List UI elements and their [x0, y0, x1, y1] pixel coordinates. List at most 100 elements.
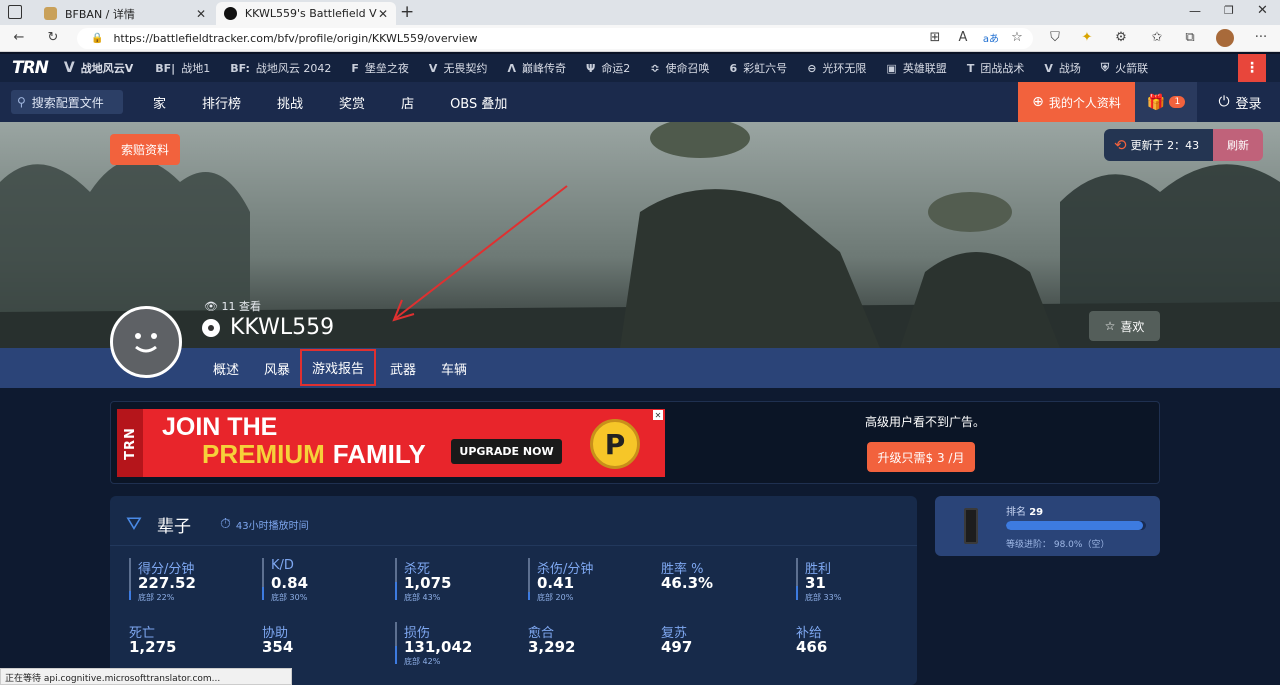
- game-nav-item[interactable]: F 堡垒之夜: [351, 60, 409, 76]
- extension-icon[interactable]: ✦: [1078, 30, 1096, 45]
- trn-logo[interactable]: TRN: [12, 58, 49, 78]
- browser-tab-bfban[interactable]: BFBAN / 详情 ✕: [36, 2, 214, 25]
- close-tab-icon[interactable]: ✕: [196, 7, 206, 21]
- game-nav-item[interactable]: BF: 战地风云 2042: [230, 60, 331, 76]
- game-nav-item[interactable]: V 战地风云V: [64, 60, 133, 76]
- divider: [110, 545, 917, 546]
- stat-percentile: 底部 30%: [271, 593, 308, 602]
- rank-progress-bar: [1006, 521, 1146, 530]
- login-label: 登录: [1235, 96, 1262, 112]
- lifetime-stats-card: ⛛ 辈子 ⏱ 43小时播放时间 得分/分钟 227.52 底部 22% K/D 0.84…: [110, 496, 917, 685]
- search-profile-button[interactable]: ⚲ 搜索配置文件: [11, 90, 123, 114]
- stat-value: 466: [796, 638, 828, 656]
- game-nav: TRN V 战地风云V BF| 战地1 BF: 战地风云 2042 F 堡垒之夜 V 无畏契约 Λ 巅…: [0, 52, 1280, 82]
- ad-close-icon[interactable]: ✕: [653, 410, 663, 420]
- shield-icon[interactable]: ⛉: [1046, 30, 1064, 45]
- tab-overview[interactable]: 概述: [213, 359, 240, 390]
- extensions-icon[interactable]: ⚙: [1112, 30, 1130, 45]
- percentile-bar: [796, 558, 798, 600]
- stats-title: 辈子: [157, 517, 191, 537]
- stat-value: 1,075: [404, 574, 452, 592]
- refresh-button[interactable]: 刷新: [1213, 129, 1263, 161]
- game-logo-icon: BF:: [230, 61, 250, 75]
- stat-value: 0.41: [537, 574, 575, 592]
- favorite-icon[interactable]: ☆: [1008, 30, 1026, 45]
- gift-button[interactable]: 🎁 1: [1135, 82, 1197, 122]
- playtime-text: 43小时播放时间: [235, 520, 309, 532]
- game-nav-item[interactable]: ⛨ 火箭联: [1101, 60, 1148, 76]
- game-logo-icon: F: [351, 61, 359, 75]
- new-tab-icon[interactable]: +: [400, 2, 414, 22]
- player-name-row: KKWL559: [202, 315, 334, 340]
- stat-block: 补给 466: [796, 622, 916, 668]
- game-logo-icon: ▣: [886, 61, 897, 75]
- clock-icon: ⏱: [220, 516, 231, 532]
- read-aloud-icon[interactable]: A: [954, 30, 972, 45]
- more-games-icon[interactable]: ⋮: [1238, 54, 1266, 82]
- game-nav-item[interactable]: ≎ 使命召唤: [650, 60, 709, 76]
- premium-banner[interactable]: TRN JOIN THE PREMIUM FAMILY UPGRADE NOW …: [117, 409, 665, 477]
- game-nav-item[interactable]: V 战场: [1044, 60, 1081, 76]
- history-icon: ⟲: [1114, 136, 1127, 154]
- rank-progress-text: 等级进阶： 98.0%（空）: [1006, 540, 1110, 550]
- stat-value: 46.3%: [661, 574, 714, 592]
- minimize-icon[interactable]: —: [1189, 4, 1201, 18]
- game-nav-item[interactable]: BF| 战地1: [155, 60, 210, 76]
- rank-card: 排名 29 等级进阶： 98.0%（空）: [935, 496, 1160, 556]
- address-bar-row: ← ↻ 🔒 https://battlefieldtracker.com/bfv…: [0, 25, 1280, 52]
- more-icon[interactable]: ···: [1252, 30, 1270, 45]
- game-logo-icon: V: [428, 61, 438, 75]
- stat-block: 损伤 131,042 底部 42%: [395, 622, 515, 668]
- collections-icon[interactable]: ⧉: [1181, 30, 1199, 45]
- stat-value: 497: [661, 638, 693, 656]
- game-label: 光环无限: [822, 62, 867, 75]
- tab-actions-icon[interactable]: [8, 5, 22, 19]
- favorite-button[interactable]: ☆ 喜欢: [1089, 311, 1160, 341]
- game-logo-icon: Λ: [507, 61, 516, 75]
- tab-vehicles[interactable]: 车辆: [441, 359, 467, 378]
- stat-value: 0.84: [271, 574, 309, 592]
- my-profile-button[interactable]: ⊕ 我的个人资料: [1018, 82, 1135, 122]
- tab-weapons[interactable]: 武器: [390, 359, 416, 378]
- nav-challenges[interactable]: 挑战: [277, 93, 303, 112]
- nav-store[interactable]: 店: [401, 93, 414, 112]
- tab-game-reports[interactable]: 游戏报告: [300, 349, 376, 386]
- nav-rewards[interactable]: 奖赏: [339, 93, 365, 112]
- close-tab-icon[interactable]: ✕: [378, 7, 388, 21]
- back-icon[interactable]: ←: [10, 30, 28, 45]
- restore-icon[interactable]: ❐: [1224, 4, 1234, 17]
- claim-profile-button[interactable]: 索赔资料: [110, 134, 181, 165]
- url-text: https://battlefieldtracker.com/bfv/profi…: [113, 32, 478, 45]
- tab-title: KKWL559's Battlefield V Overvie: [244, 7, 378, 20]
- favorites-bar-icon[interactable]: ✩: [1148, 30, 1166, 45]
- nav-leaderboards[interactable]: 排行榜: [202, 93, 241, 112]
- translate-icon[interactable]: aあ: [982, 30, 1000, 45]
- nav-home[interactable]: 家: [153, 93, 166, 112]
- percentile-bar: [395, 622, 397, 664]
- smiley-face-icon: [135, 333, 157, 353]
- reload-icon[interactable]: ↻: [44, 30, 62, 45]
- game-label: 战场: [1058, 62, 1081, 75]
- tab-storm[interactable]: 风暴: [264, 359, 290, 378]
- browser-tab-tracker[interactable]: KKWL559's Battlefield V Overvie ✕: [216, 2, 396, 25]
- game-nav-item[interactable]: T 团战战术: [967, 60, 1025, 76]
- upgrade-now-button[interactable]: UPGRADE NOW: [451, 439, 562, 464]
- game-nav-item[interactable]: 6 彩虹六号: [730, 60, 788, 76]
- game-nav-item[interactable]: Λ 巅峰传奇: [507, 60, 566, 76]
- login-button[interactable]: ⏻ 登录: [1200, 82, 1280, 122]
- game-nav-item[interactable]: ▣ 英雄联盟: [886, 60, 946, 76]
- upgrade-price-button[interactable]: 升级只需$ 3 /月: [867, 442, 975, 472]
- nav-obs[interactable]: OBS 叠加: [450, 93, 507, 112]
- game-nav-item[interactable]: ⊖ 光环无限: [807, 60, 866, 76]
- stat-value: 354: [262, 638, 294, 656]
- percentile-fill: [395, 581, 397, 600]
- game-logo-icon: 6: [729, 61, 738, 75]
- game-nav-item[interactable]: Ψ 命运2: [586, 60, 630, 76]
- rank-progress-fill: [1006, 521, 1144, 530]
- close-window-icon[interactable]: ✕: [1257, 3, 1268, 18]
- url-field[interactable]: 🔒 https://battlefieldtracker.com/bfv/pro…: [77, 28, 1033, 49]
- stat-block: 胜率 % 46.3%: [661, 558, 781, 604]
- game-nav-item[interactable]: V 无畏契约: [429, 60, 488, 76]
- apps-icon[interactable]: ⊞: [926, 30, 944, 45]
- avatar-icon[interactable]: [1216, 29, 1234, 47]
